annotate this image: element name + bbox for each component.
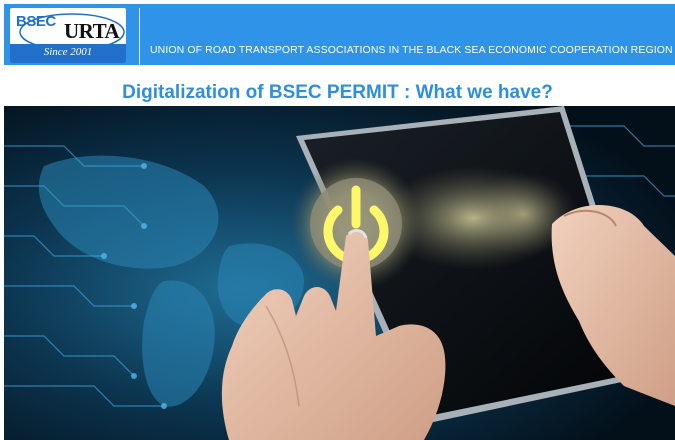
header-spacer [0, 65, 675, 79]
header-bar: BSEC URTA Since 2001 UNION OF ROAD TRANS… [4, 4, 675, 65]
bsec-urta-logo[interactable]: BSEC URTA Since 2001 [10, 8, 126, 63]
logo-bsec-text: BSEC [16, 13, 56, 30]
logo-urta-text: URTA [64, 19, 120, 43]
photo-illustration [4, 106, 675, 440]
organization-name: UNION OF ROAD TRANSPORT ASSOCIATIONS IN … [150, 44, 673, 56]
logo-since-text: Since 2001 [43, 46, 93, 58]
tablet-power-photo [4, 106, 675, 440]
header-divider [139, 8, 140, 65]
slide-title: Digitalization of BSEC PERMIT : What we … [122, 82, 553, 103]
